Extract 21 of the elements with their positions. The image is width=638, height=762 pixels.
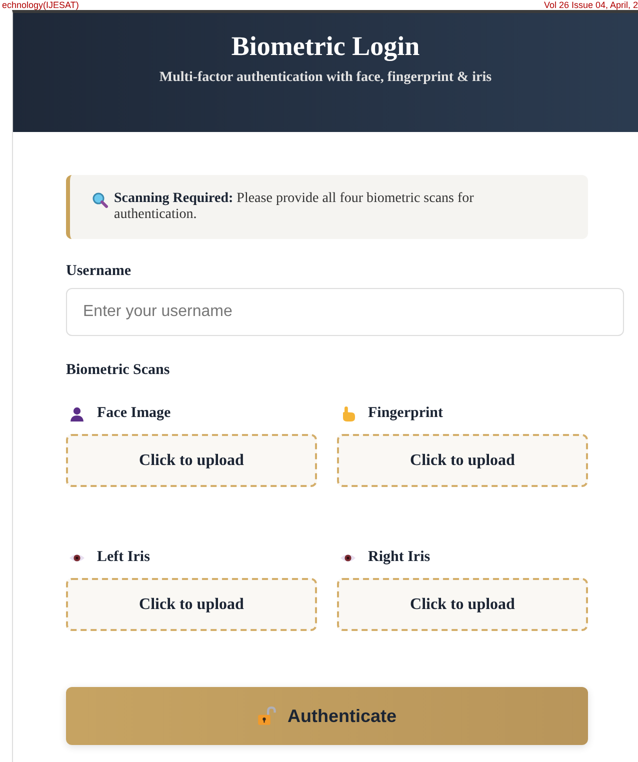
journal-issue: Vol 26 Issue 04, April, 2 [544, 0, 638, 10]
search-icon [92, 192, 108, 208]
unlock-icon [257, 706, 278, 726]
scan-label: Left Iris [97, 549, 150, 566]
username-field[interactable]: Enter your username [66, 288, 624, 336]
upload-dropzone[interactable]: Click to upload [337, 578, 588, 631]
journal-name: echnology(IJESAT) [2, 0, 79, 10]
page-subtitle: Multi-factor authentication with face, fingerprint & iris [159, 70, 492, 86]
alert-message: Scanning Required: Please provide all four biometric scans for authentication. [114, 191, 475, 223]
scan-label: Right Iris [368, 549, 430, 566]
page-title: Biometric Login [231, 31, 420, 62]
scan-label: Face Image [97, 405, 171, 422]
pointing-hand-icon [340, 406, 356, 422]
section-title: Biometric Scans [66, 362, 171, 379]
person-icon [69, 406, 85, 422]
username-label: Username [66, 263, 132, 280]
upload-dropzone[interactable]: Click to upload [66, 578, 317, 631]
upload-dropzone[interactable]: Click to upload [337, 434, 588, 487]
upload-dropzone[interactable]: Click to upload [66, 434, 317, 487]
authenticate-button[interactable]: Authenticate [66, 687, 588, 745]
scan-label: Fingerprint [368, 405, 443, 422]
